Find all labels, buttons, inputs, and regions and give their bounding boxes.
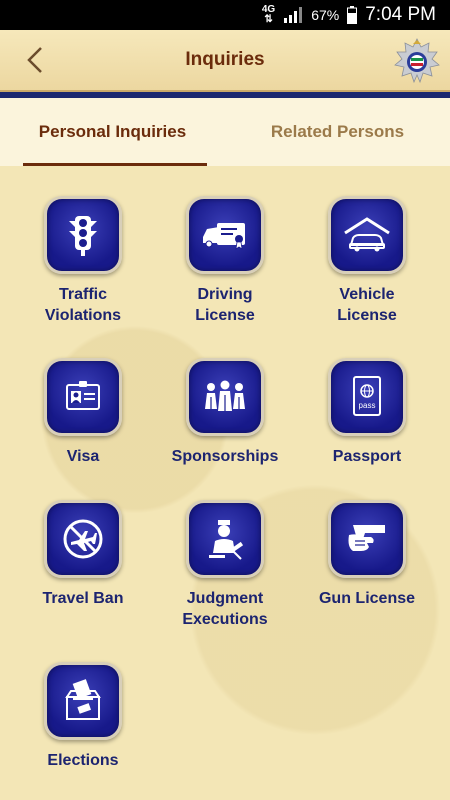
tile-travel-ban[interactable]: Travel Ban <box>12 500 154 609</box>
tile-label: Sponsorships <box>171 448 279 465</box>
traffic-light-icon <box>44 196 122 274</box>
tile-label: Traffic Violations <box>44 286 122 324</box>
network-type: 4G <box>261 4 276 15</box>
status-bar: 4G ⇅ 67% 7:04 PM <box>0 0 450 30</box>
tile-label: Vehicle License <box>337 286 397 324</box>
ballot-box-icon <box>44 662 122 740</box>
visa-card-icon <box>44 358 122 436</box>
vehicle-garage-icon <box>328 196 406 274</box>
tile-label: Gun License <box>318 590 416 607</box>
tile-traffic-violations[interactable]: Traffic Violations <box>12 196 154 326</box>
status-time: 7:04 PM <box>365 4 436 25</box>
header-divider <box>0 90 450 98</box>
battery-icon <box>347 6 358 24</box>
tile-vehicle-license[interactable]: Vehicle License <box>296 196 438 326</box>
judge-gavel-icon <box>186 500 264 578</box>
tile-driving-license[interactable]: Driving License <box>154 196 296 326</box>
tile-label: Judgment Executions <box>182 590 268 628</box>
back-button[interactable] <box>18 42 52 78</box>
driving-license-icon <box>186 196 264 274</box>
passport-icon: pass <box>328 358 406 436</box>
tile-sponsorships[interactable]: Sponsorships <box>154 358 296 467</box>
tab-bar: Personal Inquiries Related Persons <box>0 98 450 166</box>
tile-elections[interactable]: Elections <box>12 662 154 771</box>
chevron-left-icon <box>27 47 42 73</box>
tile-label: Visa <box>66 448 100 465</box>
tile-passport[interactable]: pass Passport <box>296 358 438 467</box>
tile-label: Travel Ban <box>42 590 124 607</box>
tab-personal-inquiries[interactable]: Personal Inquiries <box>0 98 225 166</box>
people-group-icon <box>186 358 264 436</box>
tile-label: Driving License <box>195 286 255 324</box>
tile-gun-license[interactable]: Gun License <box>296 500 438 609</box>
battery-percent: 67% <box>311 7 340 23</box>
tile-label: Elections <box>47 752 119 769</box>
network-indicator: 4G ⇅ <box>261 4 276 25</box>
tab-related-persons[interactable]: Related Persons <box>225 98 450 166</box>
hand-gun-icon <box>328 500 406 578</box>
passport-text: pass <box>359 401 376 410</box>
page-title: Inquiries <box>185 49 265 70</box>
tile-judgment-executions[interactable]: Judgment Executions <box>154 500 296 630</box>
signal-icon <box>284 7 303 23</box>
tile-visa[interactable]: Visa <box>12 358 154 467</box>
app-header: Inquiries <box>0 30 450 90</box>
no-plane-icon <box>44 500 122 578</box>
police-emblem-icon <box>394 38 440 84</box>
inquiries-grid: Traffic Violations Driving License Vehic… <box>0 166 450 800</box>
tile-label: Passport <box>332 448 402 465</box>
